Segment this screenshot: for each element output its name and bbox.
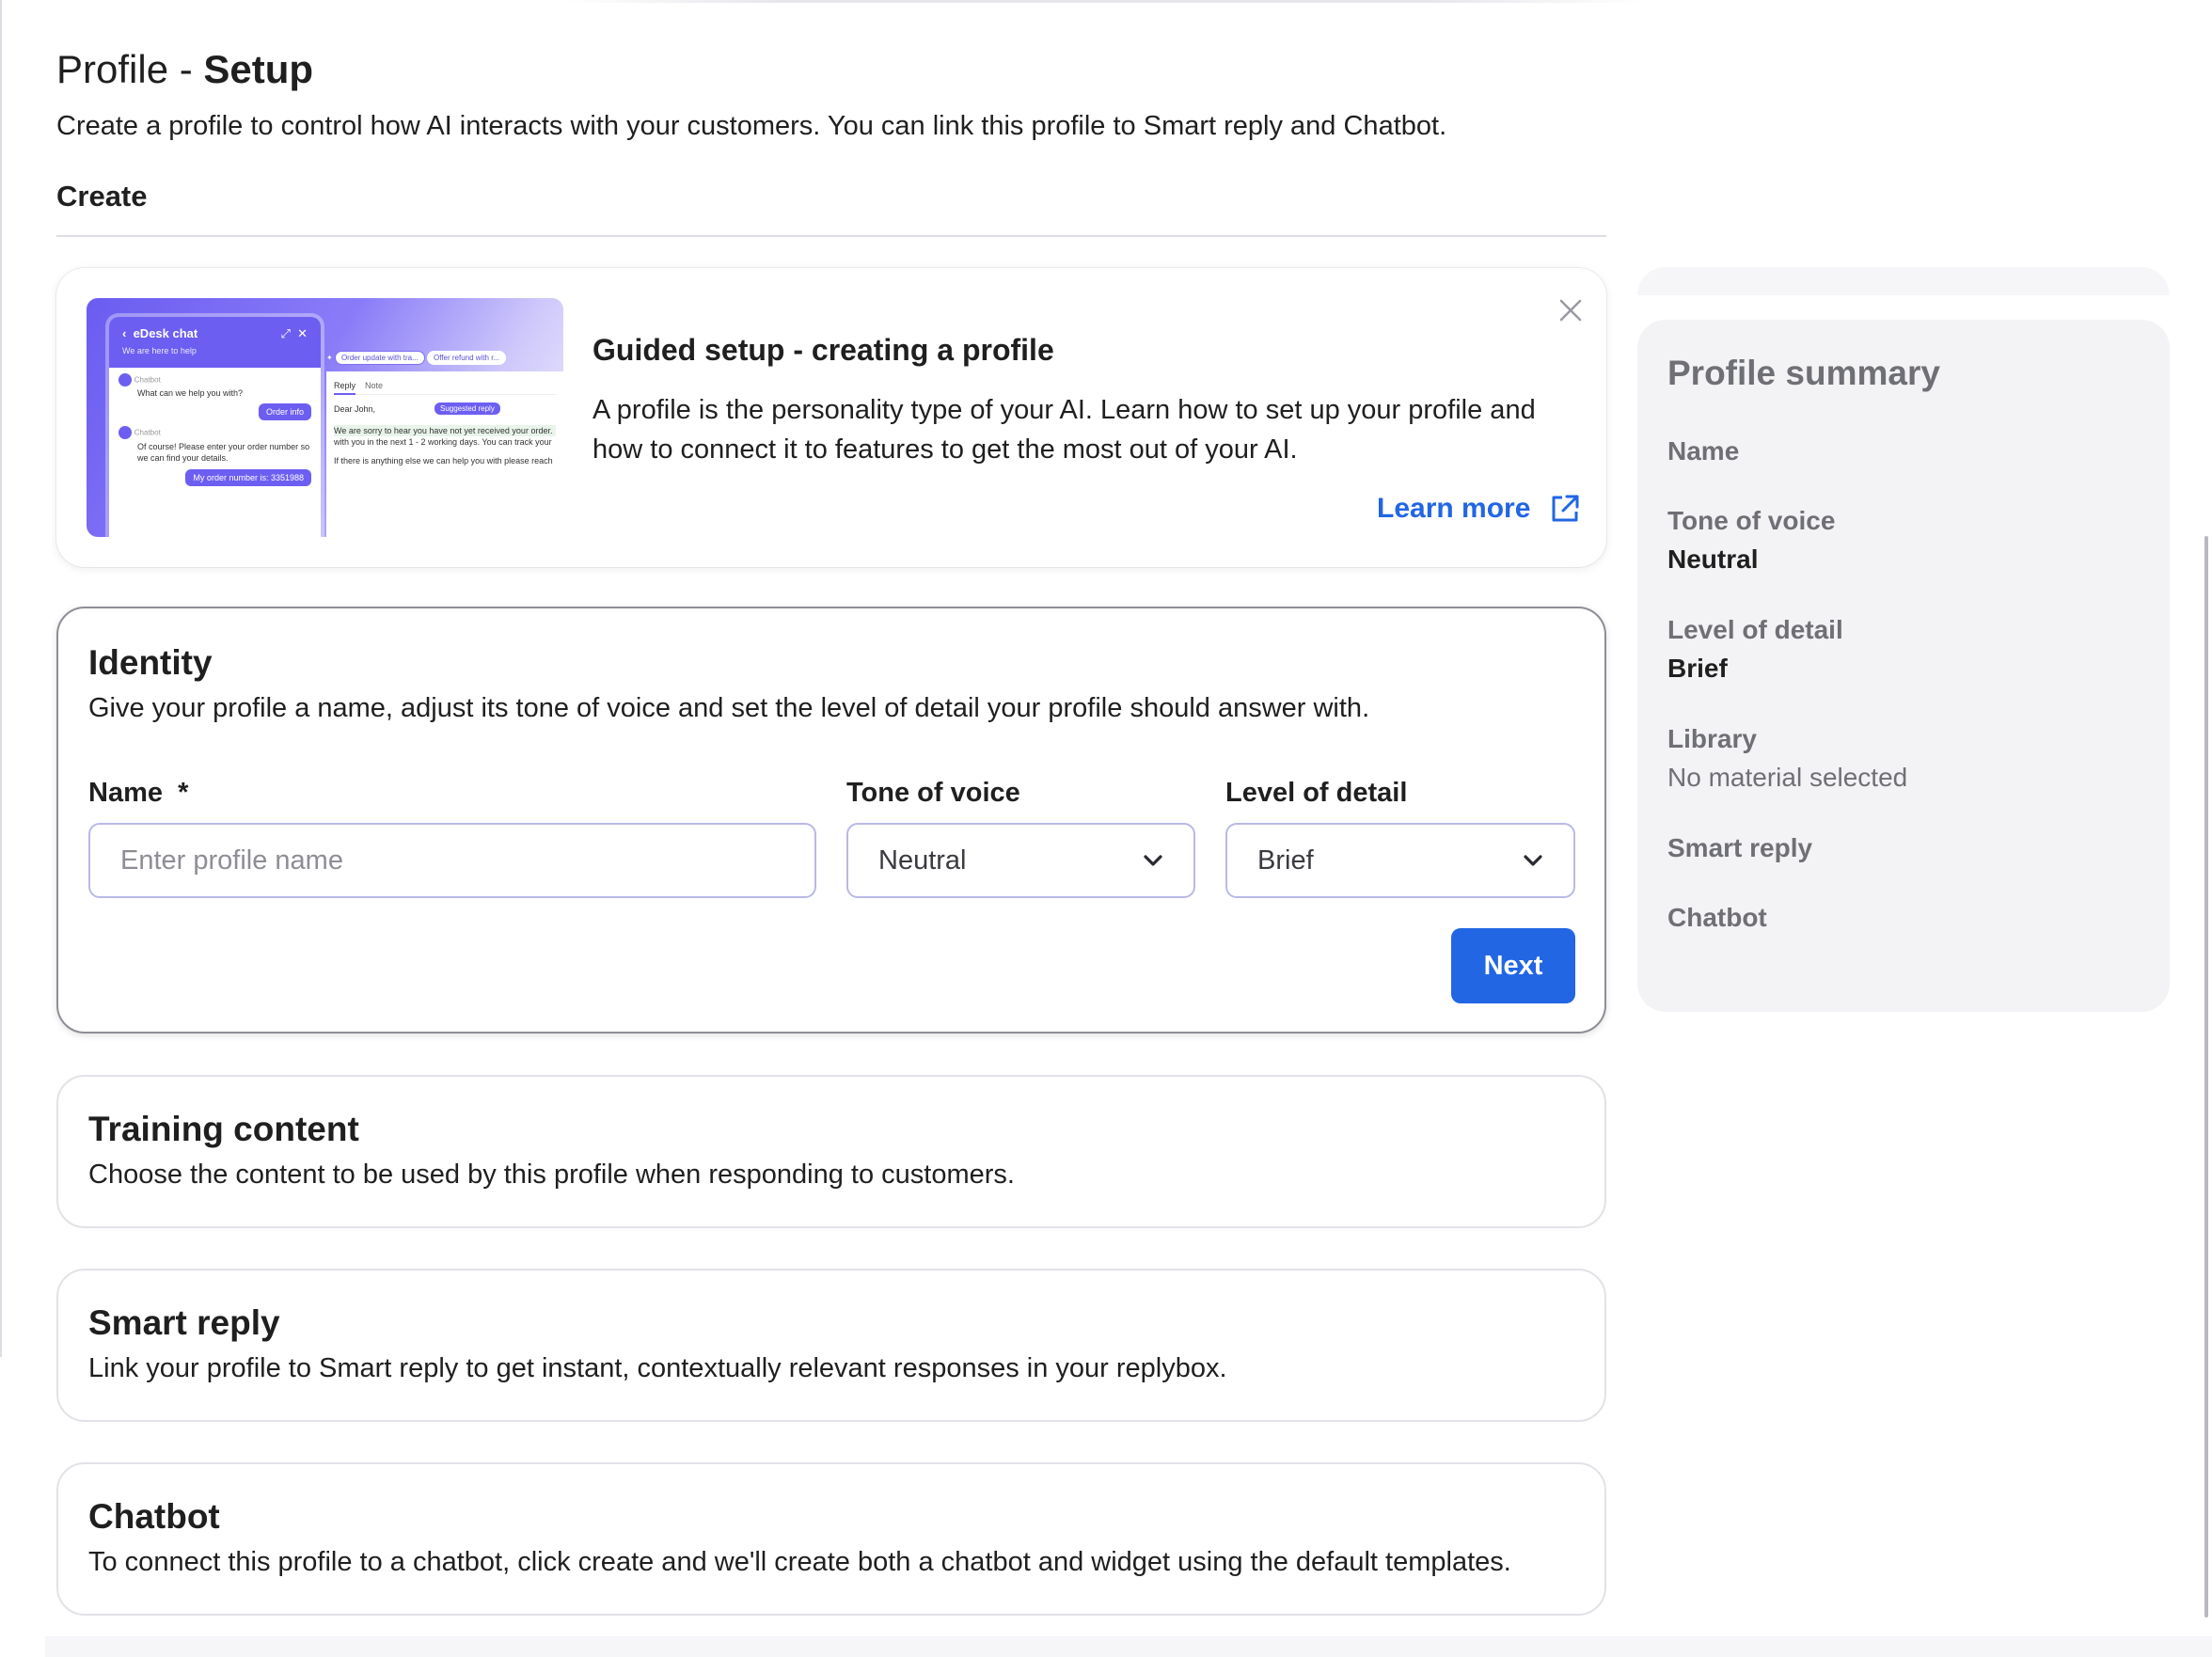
sparkle-icon: ✦ — [326, 354, 333, 362]
identity-card: Identity Give your profile a name, adjus… — [56, 607, 1606, 1034]
illustration-order-btn: Order info — [258, 403, 311, 420]
learn-more-link[interactable]: Learn more — [1377, 490, 1581, 528]
illustration-chip-1: Order update with tra... — [334, 351, 425, 365]
summary-title: Profile summary — [1667, 354, 1940, 392]
illustration-tab-reply: Reply — [334, 381, 356, 395]
left-border — [0, 0, 2, 1357]
summary-tone-value: Neutral — [1667, 544, 1759, 574]
smart-reply-title: Smart reply — [88, 1303, 280, 1342]
illustration-bot-msg: What can we help you with? — [137, 388, 244, 398]
guided-setup-illustration: ‹ eDesk chat ⤢ ✕ We are here to help Chat… — [87, 298, 563, 537]
top-shadow — [564, 0, 1646, 3]
illustration-suggested-tag: Suggested reply — [434, 402, 500, 415]
summary-library-label: Library — [1667, 724, 1757, 753]
tone-of-voice-value: Neutral — [878, 844, 967, 876]
header-divider — [56, 235, 1606, 237]
name-label-text: Name — [88, 778, 163, 808]
illustration-bot-label: Chatbot — [134, 375, 161, 385]
required-mark: * — [178, 778, 189, 808]
tone-of-voice-select[interactable]: Neutral — [846, 823, 1195, 898]
summary-detail-label: Level of detail — [1667, 615, 1843, 644]
illustration-chat-subtitle: We are here to help — [122, 346, 197, 355]
illustration-reply-window: Reply Note Dear John, We are sorry to he… — [326, 371, 563, 537]
external-link-icon — [1552, 495, 1579, 522]
expand-close-icons: ⤢ ✕ — [280, 326, 308, 340]
chatbot-description: To connect this profile to a chatbot, cl… — [88, 1547, 1511, 1577]
summary-tone-label: Tone of voice — [1667, 506, 1836, 535]
chatbot-title: Chatbot — [88, 1497, 220, 1536]
illustration-chips: ✦ Order update with tra... Offer refund … — [326, 351, 563, 365]
training-content-title: Training content — [88, 1110, 359, 1148]
level-of-detail-select[interactable]: Brief — [1225, 823, 1575, 898]
illustration-bot-msg-2: Of course! Please enter your order numbe… — [137, 442, 310, 463]
illustration-body-1: We are sorry to hear you have not yet re… — [334, 425, 556, 436]
summary-smart-reply-label: Smart reply — [1667, 833, 1813, 862]
chevron-down-icon — [1144, 855, 1162, 866]
learn-more-label: Learn more — [1377, 493, 1531, 524]
illustration-chat-title: eDesk chat — [133, 326, 198, 340]
scrollbar[interactable] — [2204, 536, 2208, 1618]
close-icon[interactable] — [1556, 295, 1586, 325]
page-title: Profile - Setup — [56, 45, 313, 94]
guided-setup-title: Guided setup - creating a profile — [592, 333, 1054, 367]
guided-setup-card: ‹ eDesk chat ⤢ ✕ We are here to help Chat… — [56, 268, 1606, 567]
illustration-chat-window: ‹ eDesk chat ⤢ ✕ We are here to help Chat… — [109, 317, 321, 537]
illustration-body-2: with you in the next 1 - 2 working days.… — [334, 437, 552, 447]
smart-reply-description: Link your profile to Smart reply to get … — [88, 1353, 1227, 1383]
summary-chatbot-label: Chatbot — [1667, 903, 1767, 932]
profile-name-input[interactable] — [88, 823, 816, 898]
bot-avatar-icon — [118, 373, 132, 387]
identity-title: Identity — [88, 643, 213, 682]
illustration-body-3: If there is anything else we can help yo… — [334, 456, 553, 466]
smart-reply-card[interactable]: Smart reply Link your profile to Smart r… — [56, 1269, 1606, 1422]
identity-description: Give your profile a name, adjust its ton… — [88, 693, 1370, 723]
summary-panel-shadow — [1637, 267, 2170, 295]
chevron-left-icon: ‹ — [122, 326, 127, 340]
bot-avatar-icon — [118, 426, 132, 439]
chevron-down-icon — [1524, 855, 1542, 866]
chatbot-card[interactable]: Chatbot To connect this profile to a cha… — [56, 1462, 1606, 1616]
detail-label: Level of detail — [1225, 778, 1408, 808]
name-label: Name * — [88, 776, 188, 810]
illustration-chip-2: Offer refund with r... — [427, 351, 507, 365]
profile-summary-panel: Profile summary Name Tone of voice Neutr… — [1637, 320, 2170, 1012]
tab-create[interactable]: Create — [56, 179, 148, 214]
summary-detail-value: Brief — [1667, 654, 1728, 683]
guided-setup-text: A profile is the personality type of you… — [592, 395, 1536, 465]
tone-label: Tone of voice — [846, 778, 1020, 808]
page-title-prefix: Profile - — [56, 47, 204, 91]
summary-name-label: Name — [1667, 436, 1740, 466]
page-subtitle: Create a profile to control how AI inter… — [56, 111, 1447, 141]
bottom-band — [45, 1636, 2212, 1657]
illustration-user-msg: My order number is: 3351988 — [185, 469, 311, 486]
training-content-description: Choose the content to be used by this pr… — [88, 1160, 1015, 1190]
training-content-card[interactable]: Training content Choose the content to b… — [56, 1075, 1606, 1228]
level-of-detail-value: Brief — [1257, 844, 1314, 876]
summary-library-value: No material selected — [1667, 763, 1908, 792]
page-title-bold: Setup — [203, 47, 314, 91]
illustration-bot-label-2: Chatbot — [134, 428, 161, 437]
next-button[interactable]: Next — [1451, 928, 1575, 1003]
illustration-tab-note: Note — [365, 381, 384, 390]
